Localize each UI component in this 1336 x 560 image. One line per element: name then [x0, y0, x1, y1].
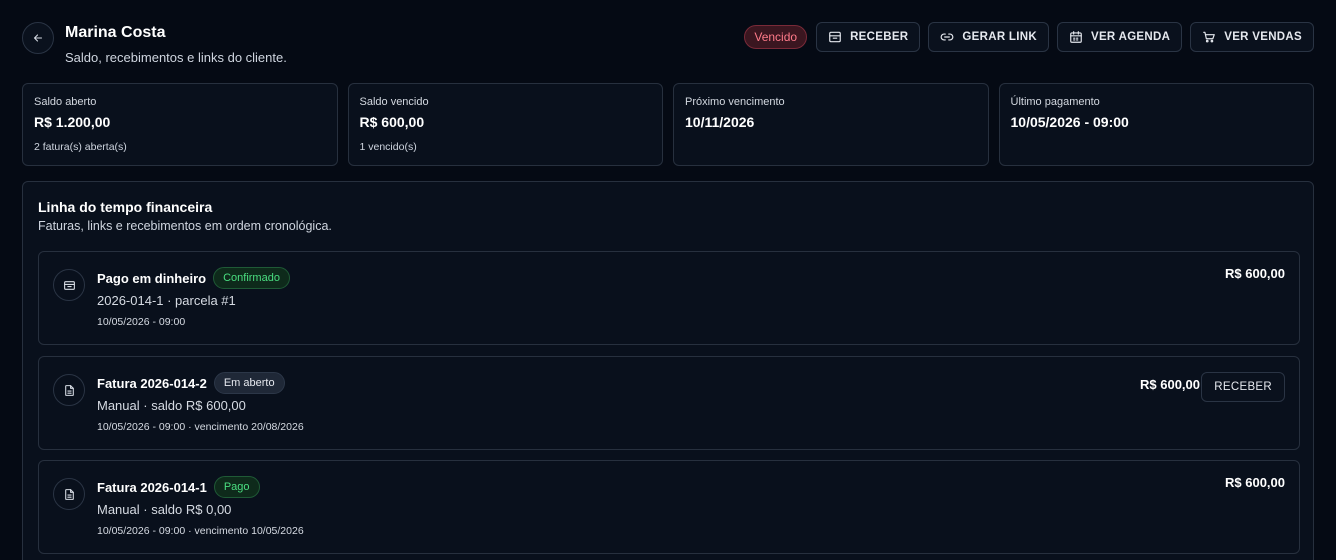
card-value: R$ 600,00 — [359, 114, 425, 130]
card-value: 10/11/2026 — [685, 114, 755, 130]
entry-head: Fatura 2026-014-2 Em aberto — [97, 372, 285, 394]
entry-title: Pago em dinheiro — [97, 270, 207, 286]
entry-head: Pago em dinheiro Confirmado — [97, 267, 290, 289]
entry-detail: Manual · saldo R$ 0,00 — [97, 502, 232, 517]
gerar-link-label: GERAR LINK — [962, 31, 1037, 43]
entry-head: Fatura 2026-014-1 Pago — [97, 476, 260, 498]
entry-icon — [53, 478, 85, 510]
entry-amount: R$ 600,00 — [1140, 377, 1200, 392]
ver-agenda-button[interactable]: VER AGENDA — [1056, 22, 1183, 52]
card-label: Saldo aberto — [34, 96, 97, 108]
page-subtitle: Saldo, recebimentos e links do cliente. — [65, 50, 287, 65]
receber-label: RECEBER — [850, 31, 909, 43]
status-badge: Vencido — [744, 25, 808, 49]
inbox-icon — [829, 31, 841, 43]
entry-meta: 10/05/2026 - 09:00 · vencimento 20/08/20… — [97, 421, 304, 433]
card-ultimo-pagamento: Último pagamento 10/05/2026 - 09:00 — [998, 83, 1314, 166]
entry-detail: 2026-014-1 · parcela #1 — [97, 293, 236, 308]
document-icon — [64, 488, 74, 500]
card-proximo-vencimento: Próximo vencimento 10/11/2026 — [673, 83, 989, 166]
entry-title: Fatura 2026-014-1 — [97, 479, 207, 495]
link-icon — [941, 33, 954, 41]
card-saldo-aberto: Saldo aberto R$ 1.200,00 2 fatura(s) abe… — [22, 83, 338, 166]
title-block: Marina Costa Saldo, recebimentos e links… — [65, 24, 287, 65]
entry-detail: Manual · saldo R$ 600,00 — [97, 398, 246, 413]
entry-icon — [53, 269, 85, 301]
card-note: 1 vencido(s) — [359, 141, 417, 153]
ver-vendas-label: VER VENDAS — [1224, 31, 1302, 43]
entry-amount: R$ 600,00 — [1225, 475, 1285, 490]
entry-amount: R$ 600,00 — [1225, 266, 1285, 281]
entry-meta: 10/05/2026 - 09:00 · vencimento 10/05/20… — [97, 525, 304, 537]
cart-icon — [1203, 31, 1216, 43]
entry-receber-button[interactable]: RECEBER — [1201, 372, 1285, 402]
entry-icon — [53, 374, 85, 406]
calendar-icon — [1070, 31, 1082, 43]
timeline-entry: Fatura 2026-014-2 Em aberto Manual · sal… — [38, 356, 1300, 450]
entry-meta: 10/05/2026 - 09:00 — [97, 316, 186, 328]
status-badge: Em aberto — [213, 372, 285, 394]
status-badge: Pago — [213, 476, 260, 498]
receber-button[interactable]: RECEBER — [816, 22, 921, 52]
card-note: 2 fatura(s) aberta(s) — [34, 141, 127, 153]
back-button[interactable] — [22, 22, 54, 54]
summary-cards: Saldo aberto R$ 1.200,00 2 fatura(s) abe… — [22, 83, 1314, 166]
page-header: Marina Costa Saldo, recebimentos e links… — [22, 22, 1314, 72]
timeline-title: Linha do tempo financeira — [38, 199, 213, 215]
timeline-entry: Pago em dinheiro Confirmado 2026-014-1 ·… — [38, 251, 1300, 345]
page-title: Marina Costa — [65, 24, 166, 41]
card-label: Último pagamento — [1010, 96, 1100, 108]
cash-icon — [63, 280, 75, 290]
card-label: Saldo vencido — [359, 96, 429, 108]
ver-agenda-label: VER AGENDA — [1090, 31, 1171, 43]
card-saldo-vencido: Saldo vencido R$ 600,00 1 vencido(s) — [347, 83, 663, 166]
document-icon — [64, 384, 74, 396]
status-badge: Confirmado — [213, 267, 290, 289]
timeline-entry: Fatura 2026-014-1 Pago Manual · saldo R$… — [38, 460, 1300, 554]
entry-title: Fatura 2026-014-2 — [97, 375, 207, 391]
card-value: R$ 1.200,00 — [34, 114, 111, 130]
gerar-link-button[interactable]: GERAR LINK — [928, 22, 1049, 52]
financial-timeline: Linha do tempo financeira Faturas, links… — [22, 181, 1314, 560]
arrow-left-icon — [33, 34, 43, 42]
header-actions: Vencido RECEBER GERAR LINK VER AGENDA VE… — [744, 22, 1314, 52]
timeline-subtitle: Faturas, links e recebimentos em ordem c… — [38, 219, 332, 233]
card-value: 10/05/2026 - 09:00 — [1010, 114, 1129, 130]
ver-vendas-button[interactable]: VER VENDAS — [1190, 22, 1314, 52]
card-label: Próximo vencimento — [685, 96, 785, 108]
